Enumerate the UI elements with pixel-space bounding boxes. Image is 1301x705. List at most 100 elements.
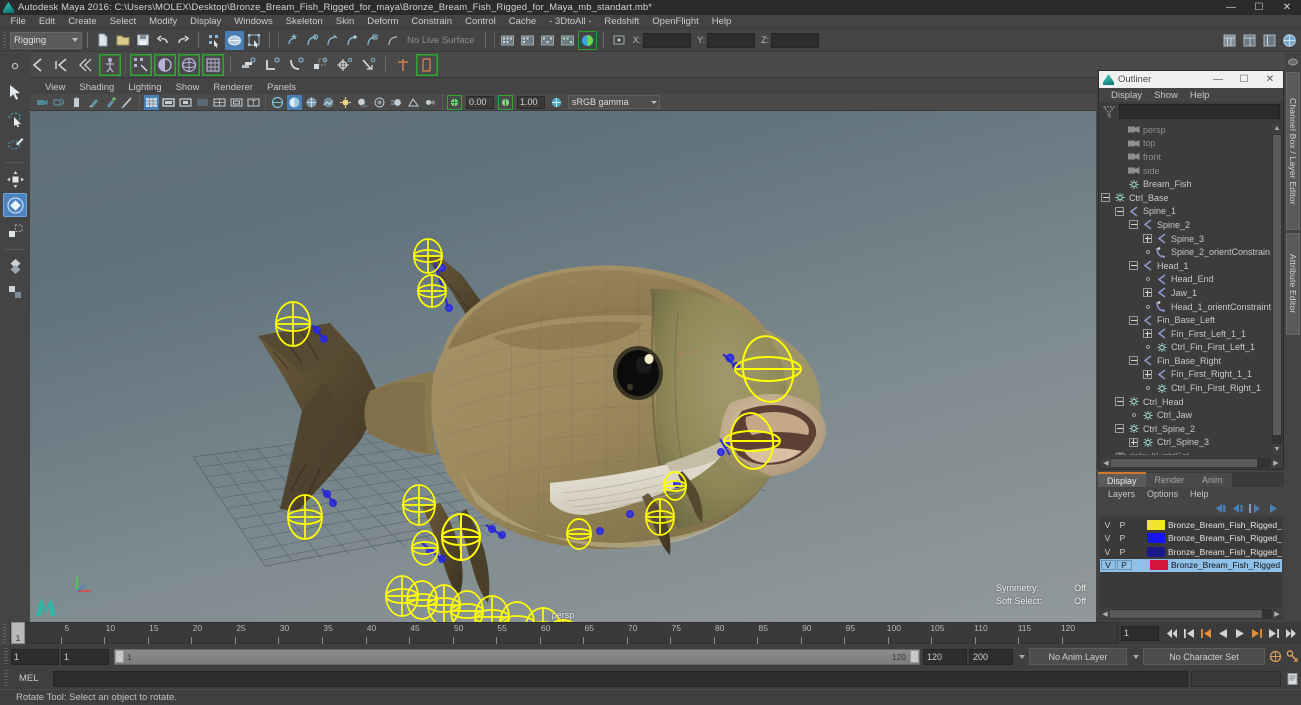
color-management-icon[interactable] (549, 95, 564, 110)
redo-icon[interactable] (174, 31, 193, 50)
step-forward-frame-icon[interactable] (1249, 625, 1264, 641)
add-bookmark-icon[interactable] (103, 95, 118, 110)
layer-playback-toggle[interactable]: P (1115, 533, 1130, 543)
outliner-minimize-button[interactable]: — (1205, 71, 1231, 88)
outliner-vertical-scrollbar[interactable]: ▲ ▼ (1272, 123, 1282, 455)
lattice-deformer-icon[interactable] (416, 54, 438, 76)
depth-of-field-icon[interactable] (423, 95, 438, 110)
outliner-close-button[interactable]: ✕ (1257, 71, 1283, 88)
menu-windows[interactable]: Windows (228, 15, 280, 29)
outliner-item-front[interactable]: front (1101, 150, 1271, 164)
input-field-mode-icon[interactable] (609, 31, 628, 50)
statusline-grip[interactable] (2, 31, 8, 49)
outliner-item-head-end[interactable]: Head_End (1101, 273, 1271, 287)
outliner-item-top[interactable]: top (1101, 137, 1271, 151)
gate-mask-icon[interactable] (195, 95, 210, 110)
show-hide-channel-box-icon[interactable] (1280, 31, 1299, 50)
safe-action-icon[interactable] (229, 95, 244, 110)
play-forwards-icon[interactable] (1232, 625, 1247, 641)
select-by-object-icon[interactable] (224, 30, 244, 50)
scale-tool[interactable] (3, 219, 27, 243)
move-layer-up-icon[interactable] (1248, 502, 1261, 514)
viewport-menu-lighting[interactable]: Lighting (121, 82, 168, 93)
gamma-icon[interactable] (498, 95, 513, 110)
film-gate-icon[interactable] (161, 95, 176, 110)
gamma-value[interactable]: 1.00 (517, 95, 545, 109)
safe-title-icon[interactable]: T (246, 95, 261, 110)
layer-list-horizontal-scrollbar[interactable]: ◀ ▶ (1100, 609, 1282, 619)
menu-select[interactable]: Select (103, 15, 142, 29)
move-layer-down-icon[interactable] (1265, 502, 1278, 514)
outliner-menu-show[interactable]: Show (1148, 90, 1184, 101)
bookmark-icon[interactable] (86, 95, 101, 110)
menu-skeleton[interactable]: Skeleton (279, 15, 329, 29)
scale-constraint-icon[interactable] (309, 54, 331, 76)
viewport-menu-show[interactable]: Show (169, 82, 207, 93)
create-empty-layer-icon[interactable] (1214, 502, 1227, 514)
step-back-frame-icon[interactable] (1198, 625, 1213, 641)
parent-constraint-icon[interactable] (237, 54, 259, 76)
play-backwards-icon[interactable] (1215, 625, 1230, 641)
menu-edit[interactable]: Edit (32, 15, 61, 29)
aim-constraint-icon[interactable] (333, 54, 355, 76)
smooth-bind-icon[interactable] (130, 54, 152, 76)
x-coordinate-input[interactable] (643, 32, 692, 48)
viewport-menu-shading[interactable]: Shading (72, 82, 121, 93)
outliner-item-fin-base-right[interactable]: Fin_Base_Right (1101, 354, 1271, 368)
grid-toggle-icon[interactable] (144, 94, 159, 110)
outliner-tree[interactable]: persp top front side Bream_Fish Ctrl_Base Spin… (1101, 123, 1271, 455)
ipr-render-icon[interactable] (518, 31, 537, 50)
outliner-maximize-button[interactable]: ☐ (1231, 71, 1257, 88)
layer-visibility-toggle[interactable]: V (1100, 520, 1115, 530)
tab-channel-box-layer-editor[interactable]: Channel Box / Layer Editor (1286, 72, 1300, 230)
open-scene-icon[interactable] (114, 31, 133, 50)
command-line-grip[interactable] (2, 669, 11, 688)
snap-to-projected-center-icon[interactable] (343, 31, 362, 50)
range-start-time-field[interactable]: 1 (61, 648, 109, 665)
pole-vector-constraint-icon[interactable] (357, 54, 379, 76)
outliner-item-ctrl-spine-3[interactable]: Ctrl_Spine_3 (1101, 436, 1271, 450)
menu-deform[interactable]: Deform (361, 15, 405, 29)
outliner-item-ctrl-head[interactable]: Ctrl_Head (1101, 395, 1271, 409)
outliner-item-fin-first-left-1-1[interactable]: Fin_First_Left_1_1 (1101, 327, 1271, 341)
universal-manipulator-tool[interactable] (3, 254, 27, 278)
layer-visibility-toggle[interactable]: V (1100, 547, 1115, 557)
snap-to-curve-icon[interactable] (303, 31, 322, 50)
layer-list[interactable]: VPBronze_Bream_Fish_Rigged_control VPBron… (1100, 518, 1282, 608)
step-back-keyframe-icon[interactable] (1181, 625, 1196, 641)
animation-preferences-icon[interactable] (1284, 648, 1301, 665)
outliner-item-ctrl-fin-first-right-1[interactable]: Ctrl_Fin_First_Right_1 (1101, 381, 1271, 395)
lock-camera-icon[interactable] (52, 95, 67, 110)
layer-row[interactable]: VP Bronze_Bream_Fish_Rigged_control (1100, 518, 1282, 532)
filter-icon[interactable] (1102, 105, 1116, 119)
exposure-value[interactable]: 0.00 (466, 95, 494, 109)
outliner-item-persp[interactable]: persp (1101, 123, 1271, 137)
collapse-toggle-icon[interactable] (1129, 315, 1138, 325)
layer-color-swatch[interactable] (1150, 560, 1168, 571)
script-editor-icon[interactable] (1284, 670, 1301, 687)
move-tool[interactable] (3, 167, 27, 191)
menu-redshift[interactable]: Redshift (598, 15, 646, 29)
new-scene-icon[interactable] (94, 31, 113, 50)
outliner-item-defaultlightset[interactable]: defaultLightSet (1101, 449, 1271, 455)
range-end-time-field[interactable]: 120 (923, 648, 967, 665)
layer-row[interactable]: V P Bronze_Bream_Fish_Rigged (1100, 558, 1282, 572)
menu-create[interactable]: Create (62, 15, 104, 29)
menu-modify[interactable]: Modify (143, 15, 184, 29)
select-by-hierarchy-icon[interactable] (205, 31, 224, 50)
layer-color-swatch[interactable] (1147, 533, 1165, 544)
screen-space-ambient-occlusion-icon[interactable] (372, 95, 387, 110)
field-chart-icon[interactable] (212, 95, 227, 110)
show-hide-tool-settings-icon[interactable] (1260, 31, 1279, 50)
tab-attribute-editor[interactable]: Attribute Editor (1286, 233, 1300, 335)
layer-color-swatch[interactable] (1147, 546, 1165, 557)
menu-openflight[interactable]: OpenFlight (646, 15, 705, 29)
outliner-search-input[interactable] (1119, 104, 1280, 119)
outliner-item-spine-1[interactable]: Spine_1 (1101, 205, 1271, 219)
save-scene-icon[interactable] (134, 31, 153, 50)
outliner-item-side[interactable]: side (1101, 164, 1271, 178)
menu-set-selector[interactable]: Rigging (10, 31, 82, 49)
outliner-horizontal-scrollbar[interactable]: ◀ ▶ (1101, 458, 1281, 468)
scroll-down-icon[interactable]: ▼ (1272, 444, 1282, 455)
render-settings-icon[interactable] (558, 31, 577, 50)
